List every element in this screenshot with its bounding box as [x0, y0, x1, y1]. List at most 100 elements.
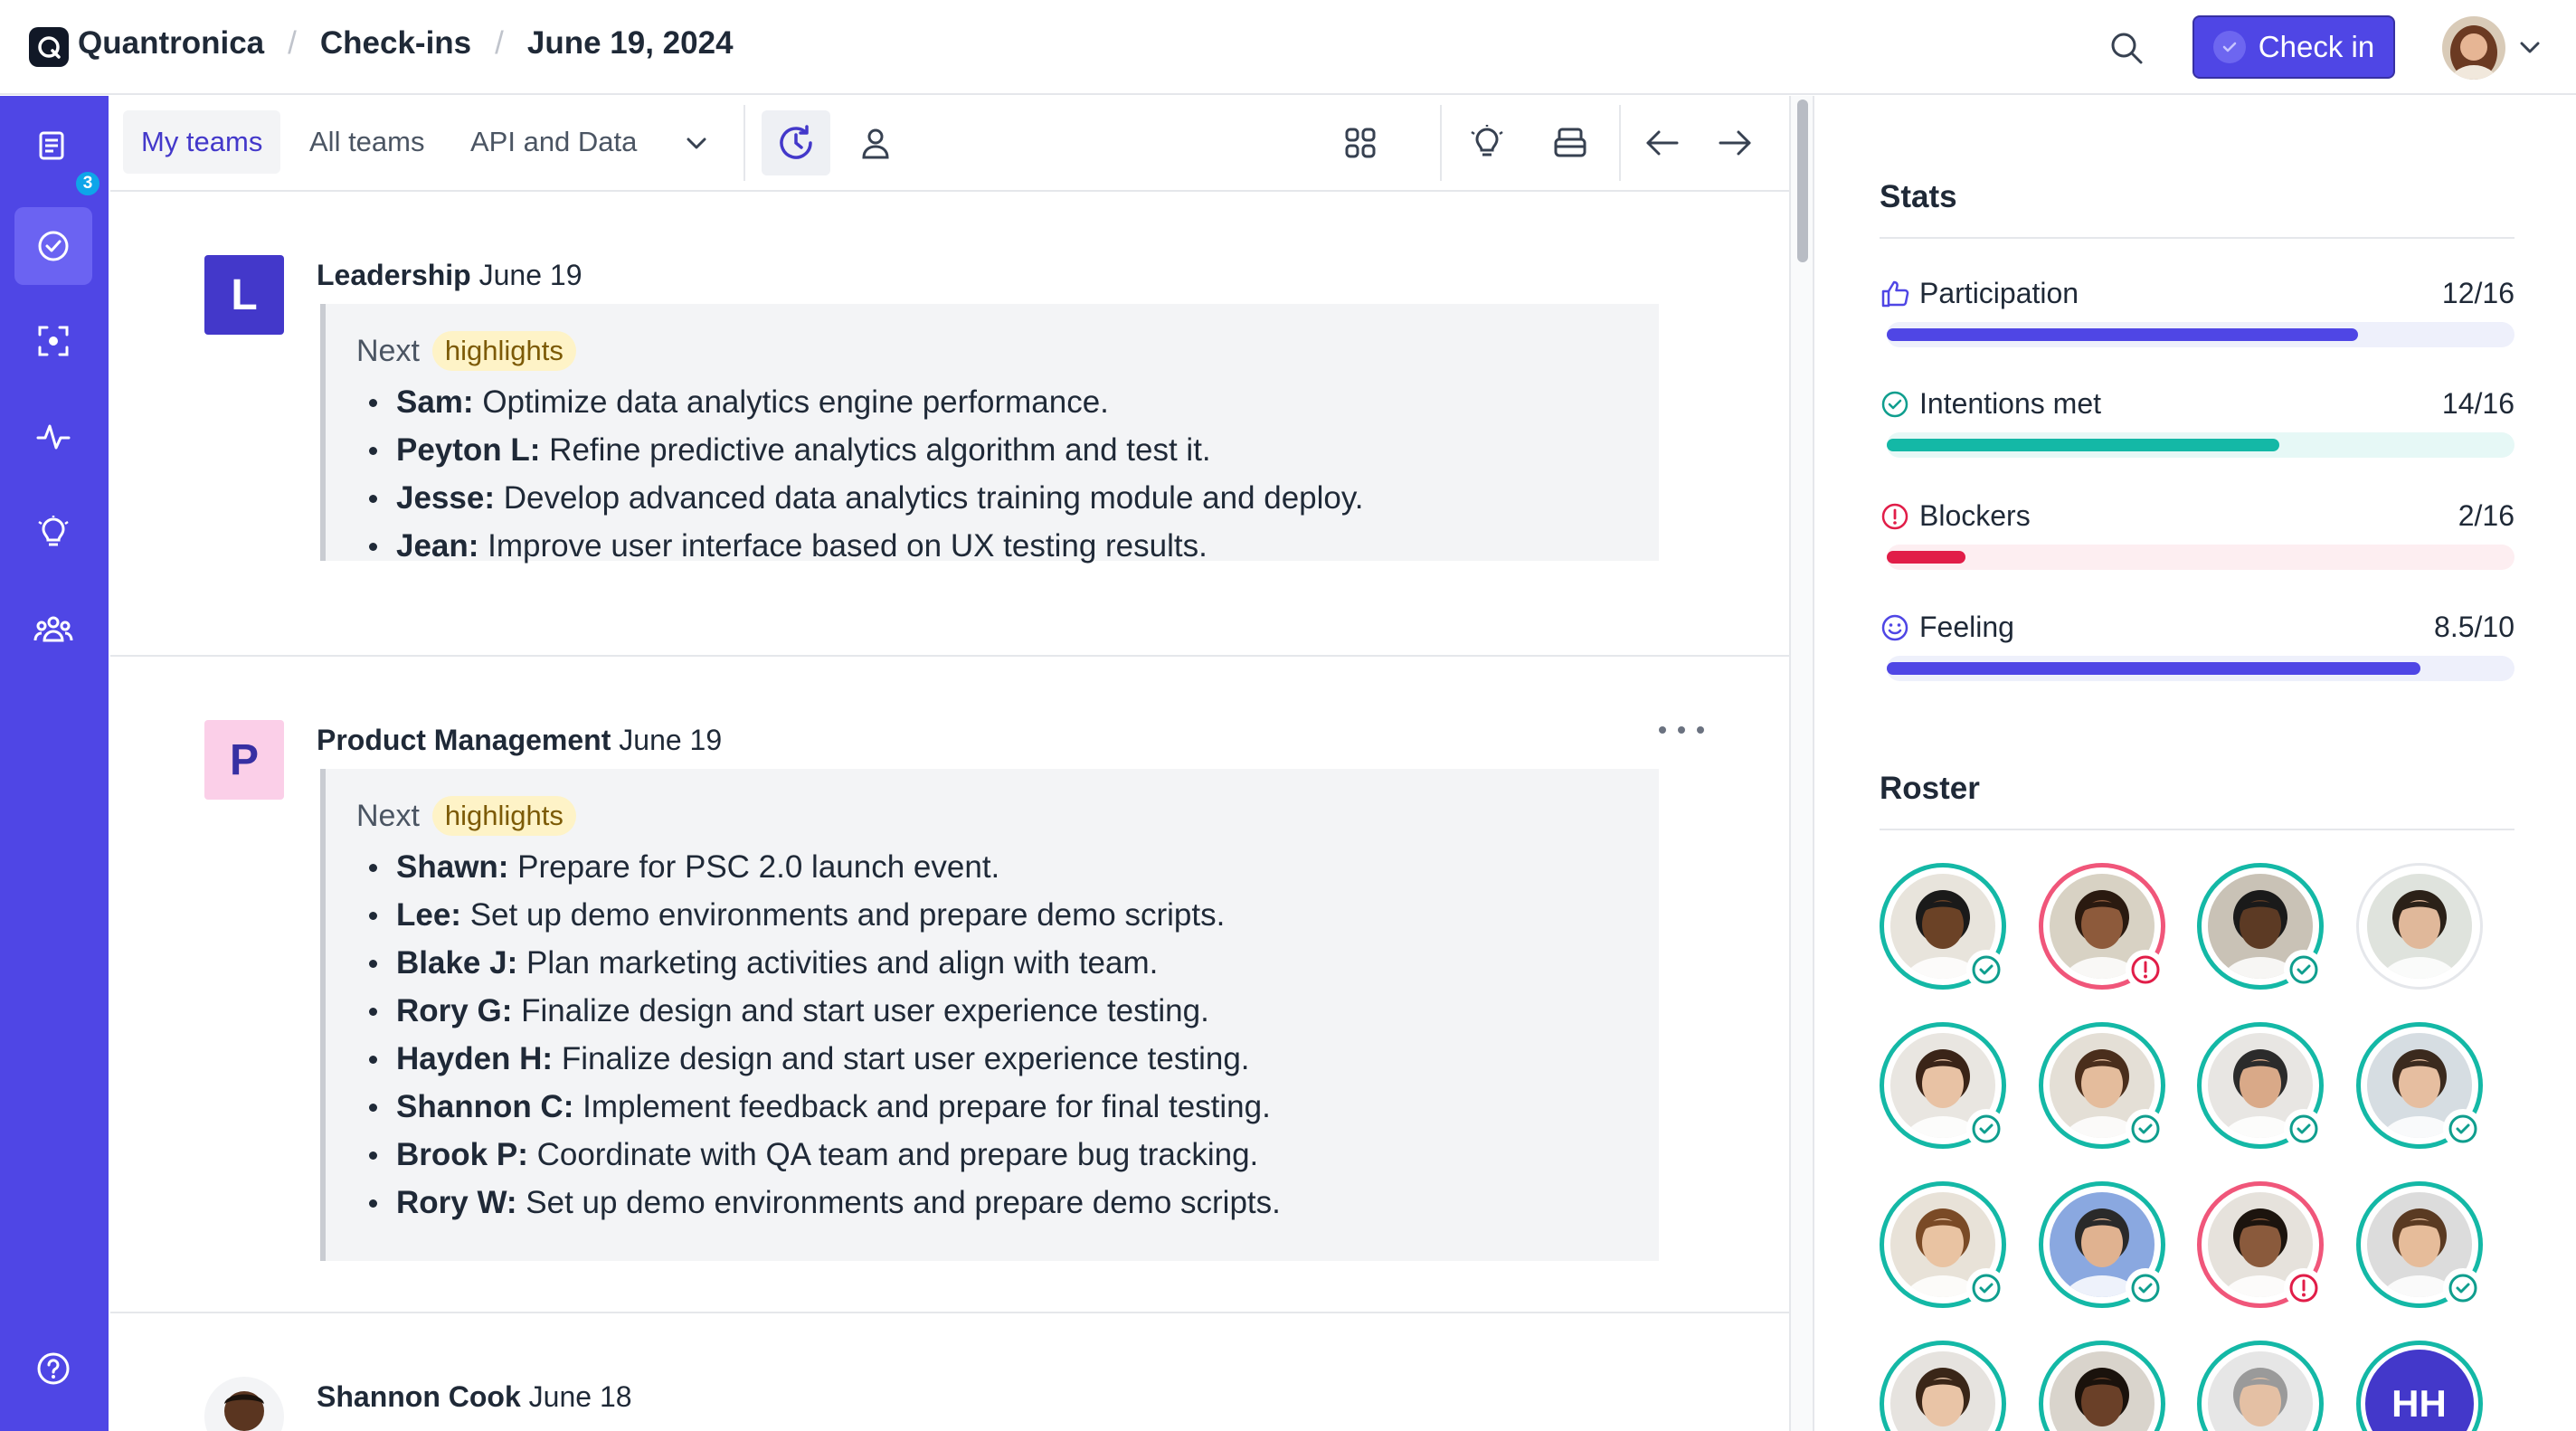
item-text: Finalize design and start user experienc… — [553, 1041, 1250, 1076]
check-circle-icon — [1880, 389, 1910, 420]
stat-blockers[interactable]: Blockers 2/16 — [1880, 499, 2514, 572]
breadcrumb-date[interactable]: June 19, 2024 — [527, 25, 734, 62]
person-name[interactable]: Shannon Cook — [317, 1380, 521, 1413]
list-item: Rory W: Set up demo environments and pre… — [369, 1179, 1281, 1227]
rail-item-ideas[interactable] — [14, 494, 92, 572]
pulse-icon — [35, 419, 71, 455]
member-name: Lee: — [396, 897, 461, 933]
teams-dropdown-chevron-icon[interactable] — [662, 110, 731, 175]
highlights-list: Sam: Optimize data analytics engine perf… — [369, 378, 1364, 570]
roster-avatar[interactable] — [2197, 1022, 2324, 1149]
roster-avatar[interactable] — [1880, 863, 2006, 990]
lightbulb-icon[interactable] — [1453, 110, 1521, 175]
roster-avatar[interactable] — [2355, 1181, 2483, 1308]
stat-value: 12/16 — [2441, 277, 2514, 309]
item-text: Coordinate with QA team and prepare bug … — [527, 1137, 1259, 1172]
scrollbar-thumb[interactable] — [1797, 100, 1808, 262]
item-text: Refine predictive analytics algorithm an… — [540, 432, 1211, 468]
rail-item-help[interactable] — [14, 1330, 92, 1407]
item-text: Develop advanced data analytics training… — [494, 480, 1364, 516]
rail-item-focus[interactable] — [14, 302, 92, 380]
next-highlights-header: Next highlights — [356, 796, 576, 836]
person-icon[interactable] — [841, 110, 910, 175]
focus-target-icon — [35, 323, 71, 359]
roster-avatar[interactable] — [2038, 1181, 2165, 1308]
card-title: Leadership June 19 — [317, 259, 582, 292]
roster-avatar[interactable] — [1880, 1341, 2006, 1431]
next-label: Next — [356, 333, 420, 368]
stat-label: Feeling — [1919, 611, 2014, 643]
archive-icon[interactable] — [1536, 110, 1605, 175]
toolbar-divider — [1619, 105, 1621, 181]
stat-participation[interactable]: Participation 12/16 — [1880, 277, 2514, 349]
alert-circle-icon — [2284, 1268, 2324, 1308]
check-circle-icon — [35, 228, 71, 264]
rail-item-pulse[interactable] — [14, 398, 92, 476]
tab-api-and-data[interactable]: API and Data — [452, 110, 655, 174]
check-in-button[interactable]: Check in — [2192, 15, 2395, 79]
rail-item-check-ins[interactable] — [14, 207, 92, 285]
team-name[interactable]: Leadership — [317, 259, 471, 291]
roster-avatar[interactable] — [2197, 1181, 2324, 1308]
feed-scrollbar[interactable] — [1789, 96, 1814, 1431]
grid-view-icon[interactable] — [1326, 110, 1395, 175]
avatar-photo — [2366, 874, 2472, 979]
rail-item-feed[interactable]: 3 — [14, 107, 101, 197]
stat-progress-track — [1887, 432, 2514, 458]
member-name: Peyton L: — [396, 432, 541, 468]
team-check-in-card: L Leadership June 19 Next highlights Sam… — [110, 192, 1789, 657]
breadcrumb-section[interactable]: Check-ins — [320, 25, 471, 62]
arrow-left-icon[interactable] — [1628, 110, 1697, 175]
roster-avatar[interactable] — [2038, 1022, 2165, 1149]
stat-progress-fill — [1887, 328, 2358, 341]
stat-progress-track — [1887, 656, 2514, 681]
history-clock-icon[interactable] — [762, 110, 830, 175]
highlights-block: Next highlights Sam: Optimize data analy… — [320, 304, 1659, 564]
roster-title: Roster — [1880, 771, 1980, 806]
stats-panel: Stats Participation 12/16 Intentions met… — [1814, 96, 2576, 1431]
stat-label: Participation — [1919, 277, 2079, 309]
roster-avatar[interactable] — [2038, 863, 2165, 990]
user-avatar[interactable] — [2442, 16, 2505, 80]
avatar[interactable] — [204, 1377, 284, 1431]
item-text: Finalize design and start user experienc… — [512, 993, 1209, 1028]
arrow-right-icon[interactable] — [1700, 110, 1769, 175]
roster-avatar[interactable] — [2038, 1341, 2165, 1431]
feed-toolbar: My teams All teams API and Data — [110, 96, 1789, 192]
tab-my-teams[interactable]: My teams — [123, 110, 281, 174]
member-name: Rory W: — [396, 1185, 517, 1220]
list-item: Shannon C: Implement feedback and prepar… — [369, 1083, 1281, 1131]
thumbs-up-icon — [1880, 279, 1910, 309]
list-item: Jean: Improve user interface based on UX… — [369, 522, 1364, 570]
item-text: Plan marketing activities and align with… — [517, 945, 1159, 981]
check-circle-icon — [2284, 950, 2324, 990]
list-item: Blake J: Plan marketing activities and a… — [369, 939, 1281, 987]
stat-label: Intentions met — [1919, 387, 2101, 420]
rail-item-teams[interactable] — [14, 590, 92, 668]
app-logo-icon[interactable] — [29, 27, 69, 67]
roster-avatar[interactable] — [2197, 1341, 2324, 1431]
roster-avatar[interactable] — [1880, 1022, 2006, 1149]
roster-avatar[interactable] — [2355, 1022, 2483, 1149]
tab-all-teams[interactable]: All teams — [291, 110, 442, 174]
stat-intentions-met[interactable]: Intentions met 14/16 — [1880, 387, 2514, 460]
stat-feeling[interactable]: Feeling 8.5/10 — [1880, 611, 2514, 683]
check-in-label: Check in — [2258, 30, 2375, 63]
stat-label: Blockers — [1919, 499, 2031, 532]
roster-avatar[interactable]: HH — [2355, 1341, 2483, 1431]
more-options-icon[interactable] — [1659, 716, 1704, 744]
item-text: Optimize data analytics engine performan… — [473, 384, 1109, 420]
team-badge: L — [204, 255, 284, 335]
roster-avatar[interactable] — [1880, 1181, 2006, 1308]
check-circle-icon — [2442, 1109, 2483, 1149]
search-icon[interactable] — [2106, 27, 2147, 69]
breadcrumb-separator: / — [495, 25, 504, 61]
chevron-down-icon[interactable] — [2516, 36, 2543, 58]
check-circle-icon — [1966, 1268, 2006, 1308]
breadcrumb-app[interactable]: Quantronica — [78, 25, 264, 62]
roster-avatar[interactable] — [2197, 863, 2324, 990]
roster-avatar[interactable] — [2355, 863, 2483, 990]
document-icon — [35, 128, 71, 164]
team-name[interactable]: Product Management — [317, 724, 611, 756]
list-item: Shawn: Prepare for PSC 2.0 launch event. — [369, 843, 1281, 891]
